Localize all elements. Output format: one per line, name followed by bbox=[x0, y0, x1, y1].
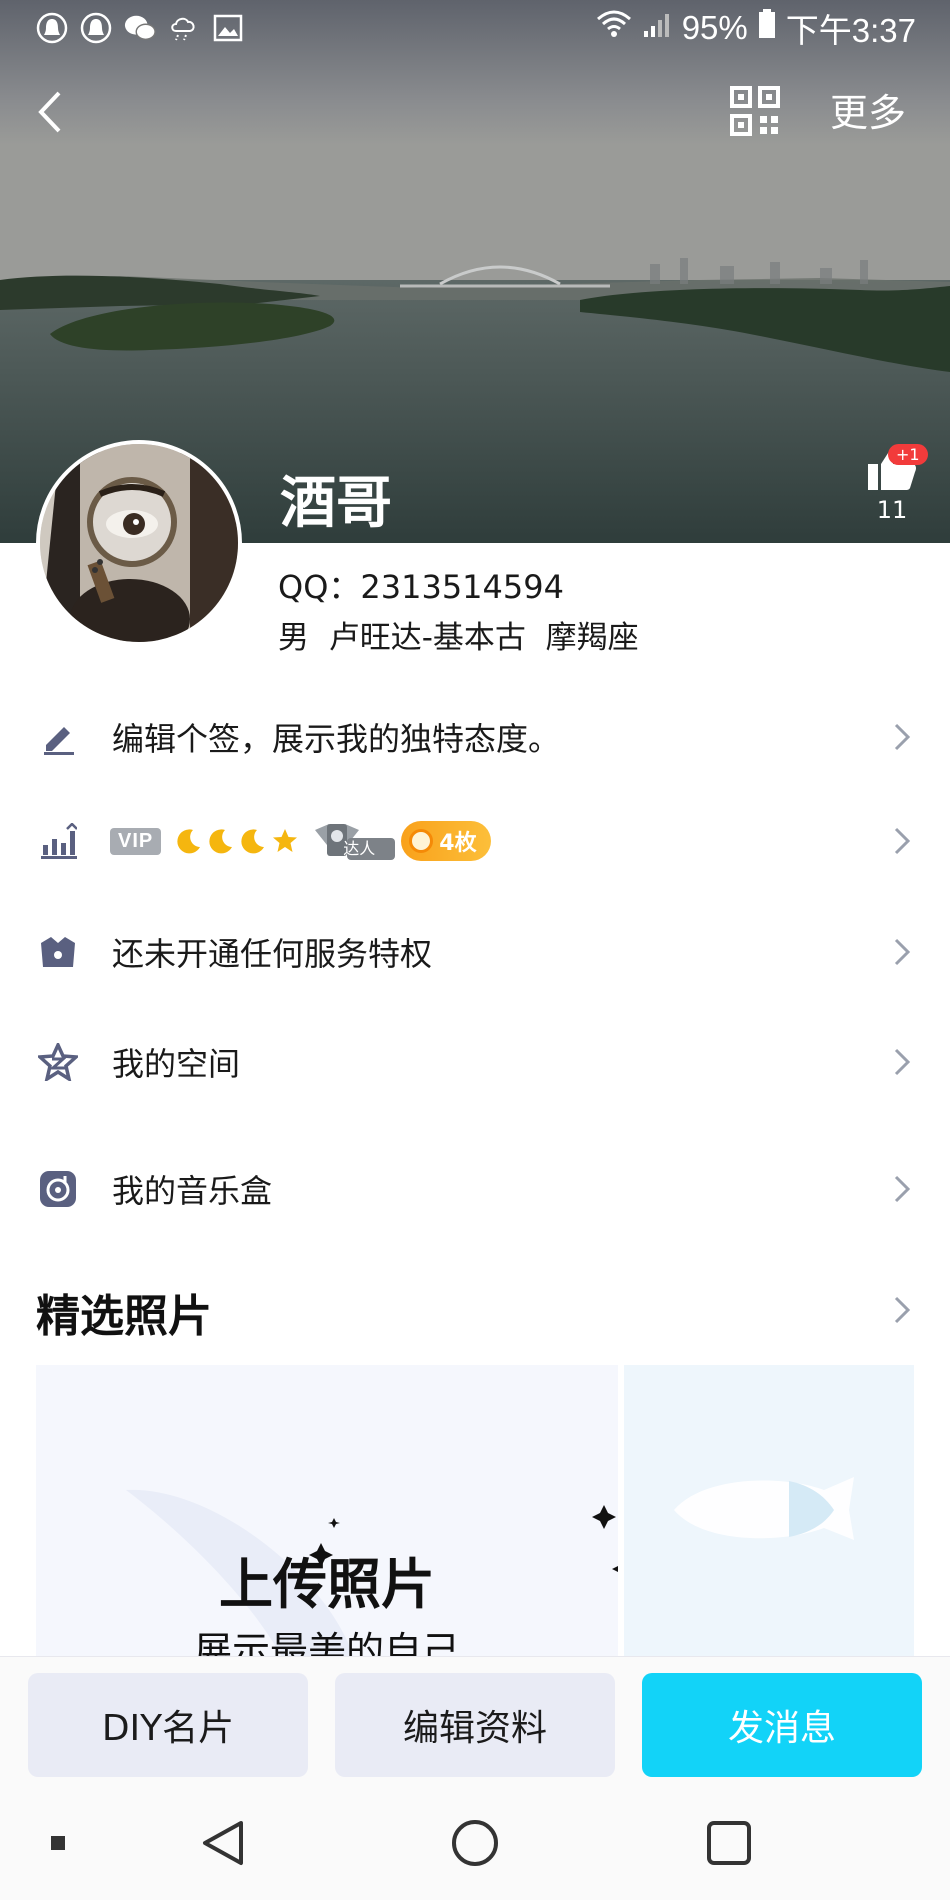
diy-card-button[interactable]: DIY名片 bbox=[28, 1673, 308, 1777]
avatar-image bbox=[40, 444, 238, 642]
back-nav-button[interactable] bbox=[198, 1816, 248, 1870]
level-icons bbox=[175, 827, 299, 855]
system-nav-bar bbox=[0, 1786, 950, 1900]
action-bar: DIY名片 编辑资料 发消息 bbox=[0, 1656, 950, 1786]
circle-home-icon bbox=[452, 1820, 498, 1866]
service-text: 还未开通任何服务特权 bbox=[112, 935, 433, 973]
image-icon bbox=[212, 12, 244, 44]
wifi-icon bbox=[596, 9, 632, 47]
chevron-right-icon bbox=[894, 723, 911, 751]
edit-profile-button[interactable]: 编辑资料 bbox=[335, 1673, 615, 1777]
chevron-right-icon bbox=[894, 938, 911, 966]
moon-icon bbox=[241, 829, 265, 854]
home-nav-button[interactable] bbox=[450, 1816, 500, 1870]
chevron-right-icon[interactable] bbox=[890, 1290, 914, 1330]
pencil-icon bbox=[38, 717, 78, 757]
star-icon bbox=[273, 829, 298, 852]
like-button[interactable]: +1 11 bbox=[862, 444, 928, 526]
signature-row[interactable]: 编辑个签，展示我的独特态度。 bbox=[0, 692, 950, 782]
more-button[interactable]: 更多 bbox=[830, 86, 906, 140]
profile-info: 男 卢旺达-基本古 摩羯座 bbox=[278, 620, 639, 656]
clock: 下午3:37 bbox=[785, 12, 916, 49]
wechat-icon bbox=[124, 12, 156, 44]
photo-placeholder[interactable] bbox=[624, 1365, 914, 1665]
likes-increment-badge: +1 bbox=[888, 444, 928, 465]
signature-text: 编辑个签，展示我的独特态度。 bbox=[112, 720, 561, 758]
qzone-text: 我的空间 bbox=[112, 1045, 241, 1083]
music-box-text: 我的音乐盒 bbox=[112, 1172, 273, 1210]
back-button[interactable] bbox=[20, 80, 80, 144]
profile-page: 95% 下午3:37 更多 酒哥 +1 11 QQ：2313514594 男 卢… bbox=[0, 0, 950, 1900]
square-recents-icon bbox=[707, 1821, 751, 1865]
send-message-button[interactable]: 发消息 bbox=[642, 1673, 922, 1777]
music-box-row[interactable]: 我的音乐盒 bbox=[0, 1144, 950, 1234]
signal-icon bbox=[642, 9, 672, 47]
service-row[interactable]: 还未开通任何服务特权 bbox=[0, 907, 950, 997]
triangle-back-icon bbox=[203, 1821, 243, 1865]
music-disc-icon bbox=[38, 1169, 78, 1209]
upload-photo-card[interactable]: 上传照片 展示最美的自己 bbox=[36, 1365, 618, 1665]
vip-row[interactable]: VIP 达人 4枚 bbox=[0, 796, 950, 886]
moon-icon bbox=[177, 829, 201, 854]
top-nav: 更多 bbox=[0, 80, 950, 144]
chevron-right-icon bbox=[894, 1048, 911, 1076]
medal-count-badge: 4枚 bbox=[401, 821, 491, 861]
likes-count: 11 bbox=[876, 496, 908, 524]
featured-photos-title[interactable]: 精选照片 bbox=[36, 1280, 212, 1344]
recent-dot-icon[interactable] bbox=[46, 1816, 70, 1870]
moon-icon bbox=[209, 829, 233, 854]
cloud-icon bbox=[168, 12, 200, 44]
vip-badges: VIP 达人 4枚 bbox=[110, 820, 491, 862]
battery-icon bbox=[758, 9, 776, 47]
vip-badge: VIP bbox=[110, 827, 162, 855]
medal-icon bbox=[409, 829, 434, 853]
chevron-right-icon bbox=[894, 1175, 911, 1203]
medal-count: 4枚 bbox=[439, 831, 477, 856]
avatar[interactable] bbox=[36, 440, 242, 646]
qq-number: QQ：2313514594 bbox=[278, 568, 564, 606]
qq-notification-icon bbox=[80, 12, 112, 44]
status-bar: 95% 下午3:37 bbox=[0, 0, 950, 56]
qzone-star-icon bbox=[38, 1042, 78, 1082]
qq-notification-icon bbox=[36, 12, 68, 44]
upload-photo-title: 上传照片 bbox=[219, 1553, 435, 1616]
battery-level: 95% bbox=[681, 9, 748, 46]
nickname: 酒哥 bbox=[280, 471, 392, 536]
qr-code-button[interactable] bbox=[730, 86, 784, 140]
crown-shield-icon bbox=[38, 932, 78, 972]
featured-photos: 上传照片 展示最美的自己 bbox=[36, 1365, 914, 1665]
daren-label: 达人 bbox=[343, 839, 376, 858]
qzone-row[interactable]: 我的空间 bbox=[0, 1017, 950, 1107]
chevron-left-icon bbox=[38, 91, 61, 133]
fish-decoration bbox=[674, 1477, 854, 1540]
chevron-right-icon bbox=[894, 827, 911, 855]
growth-chart-icon bbox=[38, 821, 78, 861]
recents-nav-button[interactable] bbox=[704, 1816, 754, 1870]
qr-code-icon bbox=[730, 86, 780, 136]
